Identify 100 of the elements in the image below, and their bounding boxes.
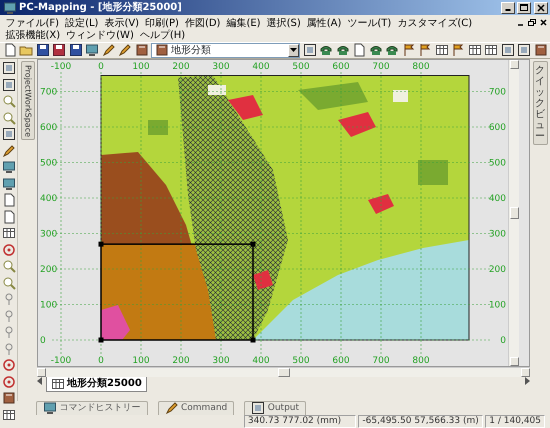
table-icon[interactable] [2, 408, 16, 422]
horizontal-scrollbar[interactable] [37, 366, 530, 377]
target-icon[interactable] [2, 242, 16, 257]
ruler-label: 600 [332, 356, 350, 366]
frame-icon[interactable] [517, 43, 531, 58]
selection-rectangle[interactable] [98, 241, 256, 342]
close-icon[interactable] [538, 18, 548, 27]
menu-item[interactable]: ツール(T) [344, 18, 394, 30]
document-icon[interactable] [2, 193, 16, 208]
menu-item[interactable]: ヘルプ(H) [136, 30, 188, 42]
status-field: 340.73 777.02 (mm) [244, 414, 356, 428]
panel-tab[interactable]: コマンドヒストリー [36, 400, 148, 415]
monitor-icon[interactable] [85, 43, 99, 58]
maximize-button[interactable] [517, 2, 531, 14]
status-field: 1 / 140,405 [485, 414, 545, 428]
ruler-label: 0 [500, 336, 506, 346]
minimize-button[interactable] [500, 2, 514, 14]
menu-item[interactable]: カスタマイズ(C) [394, 18, 476, 30]
layer-dropdown[interactable]: 地形分類 [151, 42, 300, 58]
ruler-label: -100 [50, 356, 72, 366]
book-icon[interactable] [134, 43, 148, 58]
ruler-label: 700 [40, 87, 58, 98]
menu-item[interactable]: 編集(E) [223, 18, 264, 30]
menu-item[interactable]: 印刷(P) [142, 18, 182, 30]
menu-item[interactable]: 選択(S) [264, 18, 304, 30]
telephone-icon[interactable] [336, 43, 350, 58]
ruler-label: 100 [40, 300, 58, 310]
pencil-icon [164, 401, 178, 416]
status-field: -65,495.50 57,566.33 (m) [358, 414, 483, 428]
ruler-label: 400 [252, 356, 270, 366]
menu-item[interactable]: 表示(V) [101, 18, 142, 30]
magnifier-icon[interactable] [2, 276, 16, 290]
table-icon[interactable] [2, 226, 16, 240]
frame-icon[interactable] [2, 127, 16, 142]
menu-item[interactable]: 設定(L) [62, 18, 102, 30]
magnifier-icon[interactable] [2, 110, 16, 125]
target-icon[interactable] [2, 358, 16, 372]
workspace-tab[interactable]: ProjectWorkSpace [20, 61, 34, 140]
ruler-label: 500 [292, 356, 310, 366]
ruler-label: 600 [40, 122, 58, 133]
telephone-icon[interactable] [319, 43, 333, 58]
table-icon[interactable] [484, 43, 498, 58]
ruler-label: 700 [372, 356, 390, 366]
ruler-label: 500 [40, 158, 58, 168]
menu-item[interactable]: 拡張機能(X) [2, 30, 64, 42]
monitor-icon [43, 401, 57, 416]
flag-icon[interactable] [451, 43, 465, 58]
ruler-label: 200 [172, 62, 190, 72]
magnifier-icon[interactable] [2, 94, 16, 108]
target-icon[interactable] [2, 374, 16, 389]
monitor-icon[interactable] [2, 160, 16, 174]
book-icon[interactable] [534, 43, 548, 58]
ruler-label: 300 [212, 62, 230, 72]
flag-icon[interactable] [402, 43, 416, 58]
ruler-label: 200 [488, 264, 506, 275]
document-tab[interactable]: 地形分類25000 [46, 376, 147, 392]
document-icon[interactable] [352, 43, 366, 58]
frame-icon[interactable] [2, 61, 16, 76]
scroll-right-icon[interactable] [524, 376, 530, 385]
caret-icon [290, 48, 297, 52]
restore-icon[interactable] [527, 18, 536, 27]
document-icon[interactable] [2, 43, 16, 58]
ruler-label: -100 [50, 62, 72, 72]
ruler-label: 200 [172, 356, 190, 366]
frame-icon[interactable] [500, 43, 514, 58]
pencil-icon[interactable] [118, 43, 132, 58]
quickview-tab[interactable]: クイックビュー [532, 61, 548, 146]
table-icon[interactable] [468, 43, 482, 58]
monitor-icon[interactable] [2, 176, 16, 191]
menu-item[interactable]: 属性(A) [304, 18, 344, 30]
ruler-label: 400 [252, 62, 270, 72]
menu-item[interactable]: ウィンドウ(W) [63, 30, 137, 42]
table-icon[interactable] [434, 43, 448, 58]
frame-icon[interactable] [302, 43, 316, 58]
ruler-label: 400 [488, 194, 506, 204]
vertical-scrollbar[interactable] [508, 60, 519, 366]
frame-icon[interactable] [2, 78, 16, 92]
ruler-label: 400 [40, 194, 58, 204]
panel-tab[interactable]: Output [244, 400, 306, 415]
maximize-icon [519, 2, 529, 13]
book-icon[interactable] [2, 391, 16, 406]
ruler-label: 700 [372, 62, 390, 72]
ruler-label: 600 [488, 122, 506, 133]
ruler-label: 800 [412, 356, 430, 366]
scroll-left-icon[interactable] [37, 376, 43, 385]
magnifier-icon[interactable] [2, 259, 16, 274]
app-icon [2, 0, 16, 15]
panel-tab[interactable]: Command [158, 400, 234, 415]
close-icon [536, 2, 546, 13]
telephone-icon[interactable] [385, 43, 399, 58]
close-button[interactable] [534, 2, 548, 14]
pencil-icon[interactable] [2, 144, 16, 158]
menu-item[interactable]: 作図(D) [182, 18, 224, 30]
menu-item[interactable]: ファイル(F) [2, 18, 62, 30]
table-icon [50, 376, 64, 391]
ruler-label: 500 [292, 62, 310, 72]
flag-icon[interactable] [418, 43, 432, 58]
pencil-icon[interactable] [102, 43, 116, 58]
document-icon[interactable] [2, 210, 16, 224]
telephone-icon[interactable] [368, 43, 382, 58]
